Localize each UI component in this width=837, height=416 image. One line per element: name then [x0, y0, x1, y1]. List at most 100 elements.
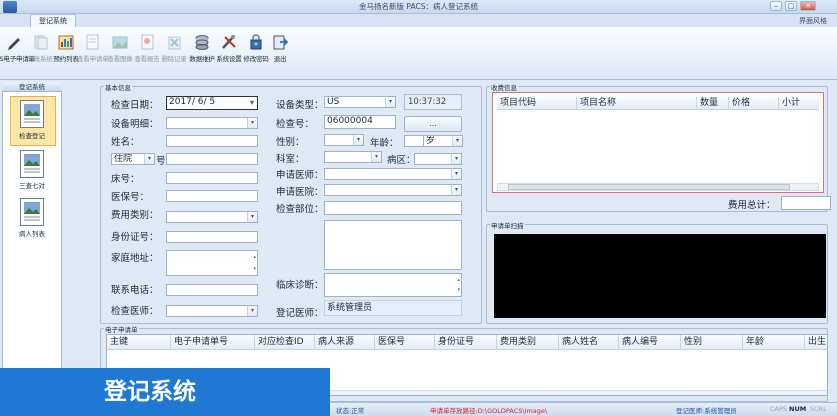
- e-apply-label: 电子申请单: [104, 324, 139, 334]
- image-icon: [112, 34, 128, 50]
- diagnosis-label: 临床诊断：: [276, 280, 324, 291]
- address-field[interactable]: ▴ ▾: [166, 250, 258, 276]
- layout-style-menu[interactable]: 界面风格: [799, 16, 827, 26]
- toolbar-button-9[interactable]: 修改密码: [241, 34, 271, 64]
- scroll-down-icon[interactable]: ▾: [457, 285, 460, 295]
- col-exam-id[interactable]: 对应检查ID: [255, 335, 315, 350]
- device-detail-select[interactable]: ▾: [166, 117, 258, 129]
- close-icon[interactable]: ✕: [800, 1, 816, 11]
- doctor-select[interactable]: ▾: [166, 305, 258, 317]
- nav-item-check-register[interactable]: 检查登记: [10, 98, 54, 144]
- toolbar-button-label: 查看报告: [134, 55, 160, 63]
- exam-part-field[interactable]: [324, 201, 462, 215]
- fee-col-subtotal[interactable]: 小计: [779, 97, 819, 110]
- col-fee-type[interactable]: 费用类别: [497, 335, 559, 350]
- chevron-down-icon[interactable]: ▾: [353, 135, 363, 145]
- minimize-icon[interactable]: –: [770, 1, 782, 11]
- scan-label: 申请单扫描: [490, 220, 525, 230]
- inpatient-number-field[interactable]: [166, 153, 258, 165]
- col-id-card[interactable]: 身份证号: [435, 335, 497, 350]
- age-unit-select[interactable]: 岁 ▾: [423, 135, 463, 147]
- tab-register-system[interactable]: 登记系统: [30, 14, 76, 28]
- scroll-down-icon[interactable]: ▾: [253, 264, 256, 274]
- phone-field[interactable]: [166, 284, 258, 296]
- chevron-down-icon[interactable]: ▾: [451, 169, 461, 179]
- chevron-down-icon[interactable]: ▾: [371, 152, 381, 162]
- col-birth[interactable]: 出生: [805, 335, 827, 350]
- fee-table[interactable]: 项目代码 项目名称 数量 价格 小计: [492, 92, 824, 193]
- dept-select[interactable]: ▾: [324, 151, 382, 163]
- scrollbar-thumb[interactable]: [508, 184, 790, 190]
- toolbar-button-10[interactable]: 退出: [268, 34, 292, 64]
- scan-image-area[interactable]: [494, 234, 826, 318]
- nav-item-patient-list[interactable]: 病人列表: [10, 196, 54, 242]
- check-date-picker[interactable]: 2017/ 6/ 5 ▾: [166, 96, 258, 110]
- col-patient-no[interactable]: 病人编号: [619, 335, 681, 350]
- toolbar-button-3[interactable]: 查看申请单: [77, 34, 109, 64]
- doctor-label: 检查医师：: [111, 306, 159, 317]
- id-card-label: 身份证号：: [111, 232, 159, 243]
- fee-col-name[interactable]: 项目名称: [577, 97, 697, 110]
- col-patient-source[interactable]: 病人来源: [315, 335, 375, 350]
- col-apply-no[interactable]: 电子申请单号: [171, 335, 255, 350]
- toolbar-button-7[interactable]: 数据维护: [187, 34, 217, 64]
- banner-overlay: 登记系统: [0, 368, 330, 416]
- scroll-up-icon[interactable]: ▴: [457, 275, 460, 285]
- col-primary-key[interactable]: 主键: [107, 335, 171, 350]
- patient-list-icon: [20, 198, 44, 226]
- col-age[interactable]: 年龄: [743, 335, 805, 350]
- gender-select[interactable]: ▾: [324, 134, 364, 146]
- app-window: 金马扬名新版 PACS：病人登记系统 – □ ✕ 登记系统 界面风格 HIS电子…: [0, 0, 837, 416]
- col-insurance[interactable]: 医保号: [375, 335, 435, 350]
- device-type-label: 设备类型：: [276, 100, 324, 111]
- restore-icon[interactable]: □: [785, 1, 797, 11]
- pen-icon: [6, 34, 22, 50]
- toolbar-button-4[interactable]: 查看图像: [105, 34, 135, 64]
- caps-indicator: CAPS: [770, 405, 788, 413]
- device-type-select[interactable]: US ▾: [324, 96, 396, 108]
- name-label: 姓名：: [111, 137, 140, 148]
- bed-field[interactable]: [166, 172, 258, 184]
- diagnosis-field[interactable]: ▴ ▾: [324, 273, 462, 297]
- ribbon-tab-row: [0, 14, 837, 27]
- toolbar-button-label: 删除记录: [161, 55, 187, 63]
- fee-type-select[interactable]: ▾: [166, 211, 258, 223]
- chevron-down-icon[interactable]: ▾: [247, 212, 257, 222]
- nav-item-three-checks[interactable]: 三查七对: [10, 148, 54, 194]
- chevron-down-icon[interactable]: ▾: [452, 136, 462, 146]
- apply-doctor-select[interactable]: ▾: [324, 168, 462, 180]
- fee-col-code[interactable]: 项目代码: [497, 97, 577, 110]
- chevron-down-icon[interactable]: ▾: [247, 98, 257, 108]
- fee-total-label: 费用总计：: [728, 200, 776, 211]
- database-icon: [194, 34, 210, 50]
- insurance-field[interactable]: [166, 190, 258, 202]
- more-button[interactable]: ...: [404, 116, 462, 132]
- toolbar-button-5[interactable]: 查看报告: [132, 34, 162, 64]
- phone-label: 联系电话：: [111, 285, 159, 296]
- col-gender[interactable]: 性别: [681, 335, 743, 350]
- chevron-down-icon[interactable]: ▾: [247, 118, 257, 128]
- fee-col-price[interactable]: 价格: [729, 97, 779, 110]
- scroll-up-icon[interactable]: ▴: [253, 252, 256, 262]
- ward-select[interactable]: ▾: [414, 153, 462, 165]
- id-card-field[interactable]: [166, 231, 258, 243]
- name-field[interactable]: [166, 135, 258, 147]
- chevron-down-icon[interactable]: ▾: [451, 185, 461, 195]
- apply-hospital-select[interactable]: ▾: [324, 184, 462, 196]
- exam-part-detail-area[interactable]: [324, 220, 462, 270]
- col-patient-name[interactable]: 病人姓名: [559, 335, 619, 350]
- chevron-down-icon[interactable]: ▾: [144, 154, 154, 164]
- toolbar-button-8[interactable]: 系统设置: [214, 34, 244, 64]
- exam-no-field[interactable]: 06000004: [324, 115, 396, 129]
- register-icon: [20, 100, 44, 128]
- chevron-down-icon[interactable]: ▾: [247, 306, 257, 316]
- fee-table-hscrollbar[interactable]: [497, 183, 819, 191]
- key-lock-icon: [248, 34, 264, 50]
- toolbar-button-6[interactable]: 删除记录: [159, 34, 189, 64]
- chevron-down-icon[interactable]: ▾: [385, 97, 395, 107]
- basic-info-label: 基本信息: [104, 82, 132, 92]
- age-unit-value: 岁: [426, 136, 436, 146]
- fee-col-qty[interactable]: 数量: [697, 97, 729, 110]
- chevron-down-icon[interactable]: ▾: [451, 154, 461, 164]
- patient-source-select[interactable]: 住院 ▾: [111, 153, 155, 165]
